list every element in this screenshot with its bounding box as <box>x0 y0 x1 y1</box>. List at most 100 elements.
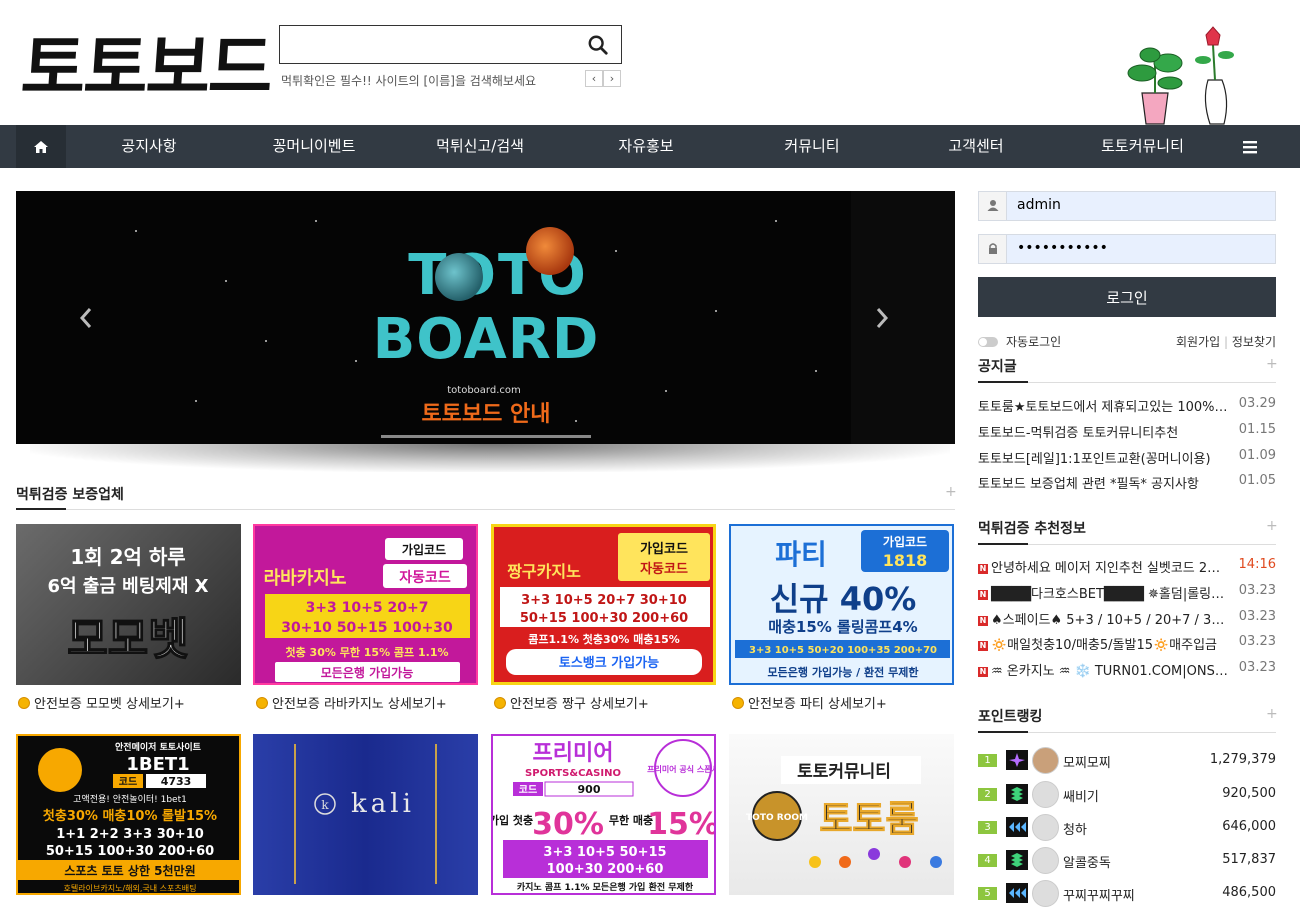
banner-party[interactable]: 파티 가입코드 1818 신규 40% 매충15% 롤링콤프4% 3+3 10+… <box>729 524 954 685</box>
svg-text:모든은행 가입가능: 모든은행 가입가능 <box>321 665 414 680</box>
svg-text:첫충 30% 무한 15% 콤프 1.1%: 첫충 30% 무한 15% 콤프 1.1% <box>285 645 448 659</box>
svg-text:짱구카지노: 짱구카지노 <box>507 562 581 581</box>
svg-text:파티: 파티 <box>775 538 827 571</box>
blue-moon <box>435 253 483 301</box>
nav-item-free-promo[interactable]: 자유홍보 <box>590 125 702 168</box>
recommend-item[interactable]: N ♠스페이드♠ 5+3 / 10+5 / 20+7 / 30+10 03.23 <box>978 609 1276 629</box>
recommend-item[interactable]: N ♒ 온카지노 ♒ ❄️ TURN01.COM|ONSITE 03.23 <box>978 660 1276 680</box>
rank-name: 쌔비기 <box>1063 790 1099 805</box>
red-moon <box>526 227 574 275</box>
recommend-item[interactable]: N 🔅매일첫충10/매충5/돌발15🔅매주입금 03.23 <box>978 634 1276 654</box>
search-input[interactable] <box>280 26 570 63</box>
svg-text:6억 출금 베팅제재 X: 6억 출금 베팅제재 X <box>47 576 208 597</box>
guarantee-title: 먹튀검증 보증업체 <box>16 487 124 503</box>
level-star-icon <box>1006 750 1028 770</box>
search-hint: 먹튀확인은 필수!! 사이트의 [이름]을 검색해보세요 <box>281 74 537 88</box>
avatar <box>1032 814 1059 841</box>
password-field[interactable] <box>978 234 1276 264</box>
rank-number: 2 <box>978 788 997 801</box>
ranking-row[interactable]: 1 모찌모찌 1,279,379 <box>978 747 1276 774</box>
banner-caption-lava-casino[interactable]: 안전보증 라바카지노 상세보기+ <box>256 693 447 712</box>
banner-caption-jjanggu[interactable]: 안전보증 짱구 상세보기+ <box>494 693 649 712</box>
search-box <box>279 25 622 64</box>
slider-prev-icon[interactable] <box>78 306 94 330</box>
nav-item-scam-report[interactable]: 먹튀신고/검색 <box>420 125 540 168</box>
slider-image: TOTO BOARD totoboard.com 토토보드 안내 <box>16 191 955 444</box>
banner-premier[interactable]: 프리미어 SPORTS&CASINO 코드 900 프리미어 공식 스폰서 가입… <box>491 734 716 895</box>
menu-icon[interactable] <box>1240 138 1260 156</box>
nav-item-free-money-event[interactable]: 꽁머니이벤트 <box>258 125 370 168</box>
main-nav: 공지사항 꽁머니이벤트 먹튀신고/검색 자유홍보 커뮤니티 고객센터 토토커뮤니… <box>0 125 1300 168</box>
banner-1bet1[interactable]: 안전메이저 토토사이트 1BET1 코드 4733 고액전용! 안전놀이터! 1… <box>16 734 241 895</box>
coin-icon <box>18 696 30 709</box>
password-input[interactable] <box>1017 240 1257 256</box>
recommend-more-button[interactable]: + <box>1266 518 1278 534</box>
svg-text:50+15 100+30 200+60: 50+15 100+30 200+60 <box>46 844 214 859</box>
notice-item[interactable]: 토토보드-먹튀검증 토토커뮤니티추천 01.15 <box>978 422 1276 442</box>
svg-text:자동코드: 자동코드 <box>399 570 451 586</box>
svg-text:가입코드: 가입코드 <box>883 534 927 549</box>
svg-text:15%: 15% <box>647 807 716 842</box>
search-icon[interactable] <box>587 34 609 56</box>
rank-name: 모찌모찌 <box>1063 756 1111 771</box>
banner-momobet[interactable]: 1회 2억 하루 6억 출금 베팅제재 X 모모벳 <box>16 524 241 685</box>
banner-caption-party[interactable]: 안전보증 파티 상세보기+ <box>732 693 887 712</box>
hint-prev-button[interactable]: ‹ <box>585 70 603 87</box>
banner-toto-room[interactable]: 토토커뮤니티 TOTO ROOM 토토룸 <box>729 734 954 895</box>
auto-login-toggle[interactable] <box>978 336 998 347</box>
nav-item-notice[interactable]: 공지사항 <box>95 125 203 168</box>
svg-text:TOTO ROOM: TOTO ROOM <box>746 813 808 823</box>
signup-link[interactable]: 회원가입 <box>1176 335 1220 349</box>
notice-item[interactable]: 토토룸★토토보드에서 제휴되고있는 100%안전 보증업체03.29 <box>978 396 1276 416</box>
plant-illustration <box>1127 26 1234 125</box>
svg-text:3+3 10+5 20+7 30+10: 3+3 10+5 20+7 30+10 <box>521 593 687 608</box>
recommend-item[interactable]: N안녕하세요 메이저 지인추천 실벳코드 24시 문의14:16 <box>978 557 1276 577</box>
nav-item-community[interactable]: 커뮤니티 <box>756 125 868 168</box>
new-badge: N <box>978 563 988 574</box>
rank-number: 5 <box>978 887 997 900</box>
banner-caption-momobet[interactable]: 안전보증 모모벳 상세보기+ <box>18 693 185 712</box>
level-chevron-icon <box>1006 817 1028 837</box>
find-info-link[interactable]: 정보찾기 <box>1232 335 1276 349</box>
nav-item-toto-community[interactable]: 토토커뮤니티 <box>1085 125 1200 168</box>
guarantee-more-button[interactable]: + <box>945 484 957 500</box>
rank-number: 1 <box>978 754 997 767</box>
svg-text:카지노 콤프 1.1% 모든은행 가입 환전 무제한: 카지노 콤프 1.1% 모든은행 가입 환전 무제한 <box>517 881 694 893</box>
banner-lava-casino[interactable]: 가입코드 라바카지노 자동코드 3+3 10+5 20+7 30+10 50+1… <box>253 524 478 685</box>
site-logo[interactable]: 토토보드 <box>18 12 275 113</box>
notice-item[interactable]: 토토보드 보증업체 관련 *필독* 공지사항 01.05 <box>978 473 1276 493</box>
username-input[interactable] <box>1017 197 1257 213</box>
svg-text:가입코드: 가입코드 <box>640 542 688 557</box>
svg-text:50+15 100+30 200+60: 50+15 100+30 200+60 <box>520 611 688 626</box>
ranking-more-button[interactable]: + <box>1266 706 1278 722</box>
avatar <box>1032 847 1059 874</box>
notice-more-button[interactable]: + <box>1266 356 1278 372</box>
svg-text:1818: 1818 <box>883 551 928 570</box>
rank-name: 청하 <box>1063 823 1087 838</box>
banner-kali[interactable]: k kali <box>253 734 478 895</box>
banner-jjanggu-casino[interactable]: 짱구카지노 가입코드 자동코드 3+3 10+5 20+7 30+10 50+1… <box>491 524 716 685</box>
rank-points: 1,279,379 <box>1209 752 1276 767</box>
home-button[interactable] <box>16 125 66 168</box>
recommend-item[interactable]: N ████다크호스BET████ ✵홀덤|롤링1% 03.23 <box>978 583 1276 603</box>
notice-item[interactable]: 토토보드[레일]1:1포인트교환(꽁머니이용) 01.09 <box>978 448 1276 468</box>
rank-points: 517,837 <box>1222 852 1276 867</box>
slider-title-line2: BOARD <box>373 307 600 372</box>
avatar <box>1032 781 1059 808</box>
username-field[interactable] <box>978 191 1276 221</box>
login-button[interactable]: 로그인 <box>978 277 1276 317</box>
nav-item-customer-center[interactable]: 고객센터 <box>920 125 1032 168</box>
guarantee-underline <box>16 508 66 510</box>
ranking-row[interactable]: 2 쌔비기 920,500 <box>978 781 1276 808</box>
ranking-row[interactable]: 4 알콜중독 517,837 <box>978 847 1276 874</box>
hint-next-button[interactable]: › <box>603 70 621 87</box>
svg-text:토토룸: 토토룸 <box>819 799 918 840</box>
ranking-row[interactable]: 3 청하 646,000 <box>978 814 1276 841</box>
auto-login[interactable]: 자동로그인 <box>978 333 1061 350</box>
ranking-row[interactable]: 5 꾸찌꾸찌꾸찌 486,500 <box>978 880 1276 907</box>
main-slider[interactable]: TOTO BOARD totoboard.com 토토보드 안내 <box>16 191 955 444</box>
rank-points: 646,000 <box>1222 819 1276 834</box>
svg-text:프리미어: 프리미어 <box>533 741 614 766</box>
svg-text:토토커뮤니티: 토토커뮤니티 <box>797 762 891 782</box>
slider-next-icon[interactable] <box>874 306 890 330</box>
